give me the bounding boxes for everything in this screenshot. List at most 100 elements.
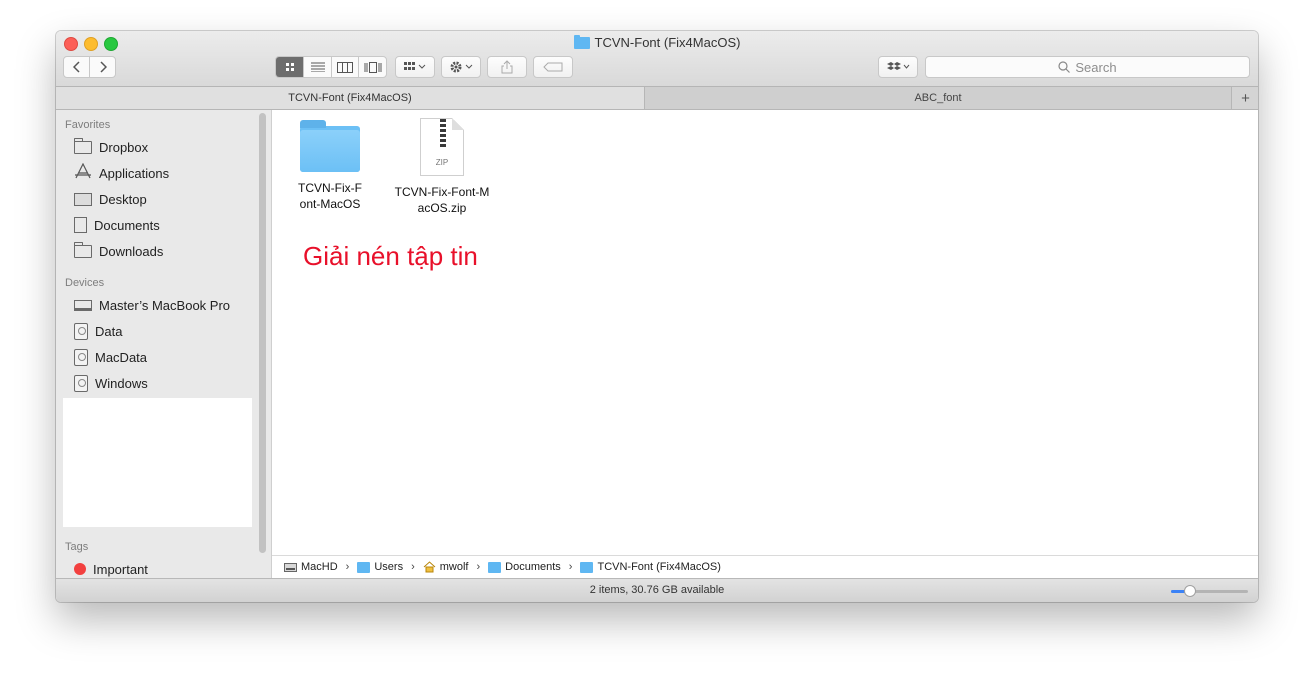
icon-view-icon <box>285 63 294 71</box>
forward-button[interactable] <box>90 57 115 77</box>
file-item-zip[interactable]: ZIP TCVN-Fix-Font-MacOS.zip <box>387 118 497 216</box>
red-tag-icon <box>74 563 86 575</box>
column-view-icon <box>337 61 354 73</box>
path-item-documents[interactable]: Documents <box>488 561 561 573</box>
window-title-text: TCVN-Font (Fix4MacOS) <box>594 35 741 50</box>
navigation-buttons <box>63 56 116 78</box>
hard-drive-icon <box>284 563 297 572</box>
folder-icon <box>74 137 92 154</box>
icon-size-slider[interactable] <box>1171 585 1248 597</box>
tag-icon <box>543 62 563 72</box>
sidebar-item-tag-important[interactable]: Important <box>74 558 148 580</box>
file-item-folder[interactable]: TCVN-Fix-Font-MacOS <box>275 118 385 212</box>
sidebar-item-label: Data <box>95 323 123 339</box>
window-title: TCVN-Font (Fix4MacOS) <box>56 34 1258 50</box>
path-bar: MacHD › Users › mwolf › Documents › TCVN… <box>272 555 1258 578</box>
tags-heading: Tags <box>65 541 89 553</box>
new-tab-button[interactable]: + <box>1231 87 1258 109</box>
action-button[interactable] <box>441 56 481 78</box>
file-browser: TCVN-Fix-Font-MacOS ZIP TCVN-Fix-Font-Ma… <box>272 110 1258 555</box>
column-view-button[interactable] <box>332 57 360 77</box>
icon-view-button[interactable] <box>276 57 305 77</box>
path-separator: › <box>345 561 350 573</box>
users-folder-icon <box>357 561 371 573</box>
sidebar-item-macbook[interactable]: Master’s MacBook Pro <box>74 294 230 316</box>
dropbox-button[interactable] <box>878 56 918 78</box>
tab-abc-font[interactable]: ABC_font <box>645 87 1231 109</box>
sidebar-item-macdata[interactable]: MacData <box>74 346 147 368</box>
path-separator: › <box>476 561 481 573</box>
dropbox-icon <box>887 62 910 70</box>
status-bar: 2 items, 30.76 GB available <box>56 578 1258 602</box>
sidebar-item-applications[interactable]: Applications <box>74 162 169 184</box>
gear-icon <box>450 61 473 73</box>
sidebar-item-label: Important <box>93 561 148 577</box>
sidebar-item-desktop[interactable]: Desktop <box>74 188 147 210</box>
path-item-machd[interactable]: MacHD <box>284 561 338 573</box>
documents-folder-icon <box>488 561 502 573</box>
devices-heading: Devices <box>65 277 105 289</box>
tab-label: TCVN-Font (Fix4MacOS) <box>288 92 412 104</box>
sidebar-item-documents[interactable]: Documents <box>74 214 160 236</box>
file-name: TCVN-Fix-Font-MacOS.zip <box>394 185 490 215</box>
sidebar-empty-area <box>63 398 252 527</box>
zip-file-icon: ZIP <box>420 118 464 176</box>
sidebar-item-downloads[interactable]: Downloads <box>74 240 163 262</box>
share-button[interactable] <box>487 56 527 78</box>
sidebar-item-data[interactable]: Data <box>74 320 122 342</box>
disk-icon <box>74 374 88 392</box>
folder-icon <box>300 120 360 172</box>
disk-icon <box>74 348 88 366</box>
view-mode-control <box>275 56 387 78</box>
sidebar-item-label: MacData <box>95 349 148 365</box>
sidebar-scrollbar[interactable] <box>259 113 266 553</box>
search-field[interactable]: Search <box>925 56 1250 78</box>
sidebar-item-label: Windows <box>95 375 148 391</box>
plus-icon: + <box>1241 89 1250 107</box>
path-item-current[interactable]: TCVN-Font (Fix4MacOS) <box>580 561 721 573</box>
edit-tags-button[interactable] <box>533 56 573 78</box>
tab-label: ABC_font <box>914 92 962 104</box>
sidebar-item-dropbox[interactable]: Dropbox <box>74 136 148 158</box>
group-by-button[interactable] <box>395 56 435 78</box>
sidebar-item-windows[interactable]: Windows <box>74 372 148 394</box>
search-icon <box>1058 61 1071 73</box>
path-separator: › <box>411 561 415 573</box>
zipper-icon <box>440 119 446 149</box>
chevron-left-icon <box>72 61 80 73</box>
finder-window: TCVN-Font (Fix4MacOS) Search TCVN-Font (… <box>56 31 1258 602</box>
cover-flow-button[interactable] <box>359 57 386 77</box>
home-icon <box>423 561 436 573</box>
title-bar: TCVN-Font (Fix4MacOS) Search <box>56 31 1258 87</box>
path-item-home[interactable]: mwolf <box>423 561 468 573</box>
folder-icon <box>573 34 590 49</box>
sidebar-item-label: Master’s MacBook Pro <box>99 297 231 313</box>
annotation-text: Giải nén tập tin <box>303 241 478 271</box>
zip-badge: ZIP <box>435 158 449 167</box>
disk-icon <box>74 322 88 340</box>
folder-icon <box>74 241 92 258</box>
sidebar-item-label: Applications <box>99 165 170 181</box>
favorites-heading: Favorites <box>65 119 111 131</box>
path-item-users[interactable]: Users <box>357 561 403 573</box>
folder-icon <box>580 561 594 573</box>
tab-bar: TCVN-Font (Fix4MacOS) ABC_font + <box>56 87 1258 110</box>
status-text: 2 items, 30.76 GB available <box>589 584 725 596</box>
list-view-button[interactable] <box>304 57 332 77</box>
desktop-icon <box>74 192 92 206</box>
sidebar: Favorites Dropbox Applications Desktop D… <box>56 110 272 578</box>
sidebar-item-label: Dropbox <box>99 139 149 155</box>
chevron-right-icon <box>99 61 107 73</box>
search-placeholder: Search <box>1075 59 1117 75</box>
arrange-icon <box>404 62 426 70</box>
share-icon <box>501 60 513 74</box>
back-button[interactable] <box>64 57 90 77</box>
tab-tcvn-font[interactable]: TCVN-Font (Fix4MacOS) <box>56 87 645 109</box>
sidebar-item-label: Documents <box>94 217 160 233</box>
laptop-icon <box>74 299 92 311</box>
sidebar-item-label: Desktop <box>99 191 147 207</box>
path-separator: › <box>568 561 573 573</box>
slider-knob[interactable] <box>1184 585 1196 597</box>
cover-flow-icon <box>364 61 382 73</box>
file-name: TCVN-Fix-Font-MacOS <box>298 181 362 211</box>
